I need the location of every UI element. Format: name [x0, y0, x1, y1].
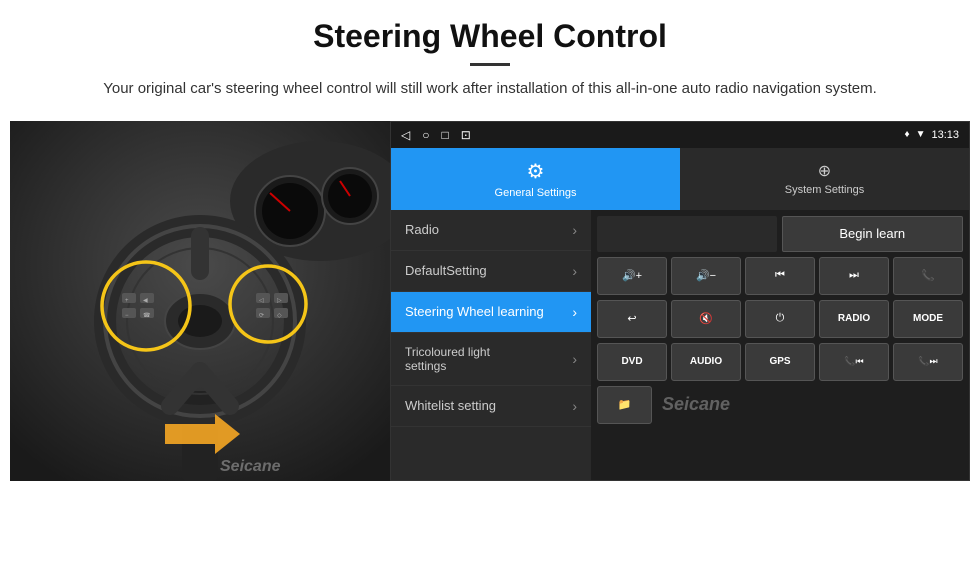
menu-item-steering[interactable]: Steering Wheel learning › [391, 292, 591, 333]
menu-item-steering-label: Steering Wheel learning [405, 304, 544, 319]
tab-general-label: General Settings [495, 187, 577, 199]
button-row-4: 📁 Seicane [597, 386, 963, 424]
seicane-watermark: Seicane [662, 394, 730, 415]
dvd-label: DVD [621, 356, 642, 367]
mode-label: MODE [913, 313, 943, 324]
right-panel: Begin learn 🔊+ 🔊− ⏮ ⏭ [591, 210, 969, 480]
tablet-ui: ◁ ○ □ ⊡ ♦ ▼ 13:13 ⚙ General Settings ⊕ S… [390, 121, 970, 481]
call-prev-button[interactable]: 📞⏮ [819, 343, 889, 381]
gps-label: GPS [769, 356, 790, 367]
menu-item-radio-label: Radio [405, 222, 439, 237]
menu-arrow-tricoloured: › [572, 351, 577, 367]
svg-text:Seicane: Seicane [220, 458, 281, 475]
menu-item-default[interactable]: DefaultSetting › [391, 251, 591, 292]
svg-text:⟳: ⟳ [259, 313, 264, 319]
gps-button[interactable]: GPS [745, 343, 815, 381]
top-tabs: ⚙ General Settings ⊕ System Settings [391, 148, 969, 210]
power-icon: ⏻ [776, 312, 785, 325]
tab-system-settings[interactable]: ⊕ System Settings [680, 148, 969, 210]
menu-arrow-steering: › [572, 304, 577, 320]
car-image-section: + − ◀ ☎ ◁ ▷ ⟳ ◇ [10, 121, 390, 481]
radio-button[interactable]: RADIO [819, 300, 889, 338]
svg-text:◁: ◁ [259, 298, 264, 304]
svg-text:☎: ☎ [143, 312, 151, 319]
audio-button[interactable]: AUDIO [671, 343, 741, 381]
recents-icon[interactable]: □ [441, 128, 448, 142]
button-row-2: ↩ 🔇 ⏻ RADIO MODE [597, 300, 963, 338]
car-background: + − ◀ ☎ ◁ ▷ ⟳ ◇ [10, 121, 390, 481]
mute-button[interactable]: 🔇 [671, 300, 741, 338]
home-icon[interactable]: ○ [422, 128, 429, 142]
menu-item-whitelist-label: Whitelist setting [405, 398, 496, 413]
svg-text:−: − [125, 313, 129, 319]
status-time: 13:13 [931, 129, 959, 141]
location-icon: ♦ [904, 129, 909, 140]
svg-text:◇: ◇ [277, 313, 282, 319]
page-header: Steering Wheel Control Your original car… [0, 0, 980, 111]
title-divider [470, 63, 510, 66]
begin-learn-empty [597, 216, 777, 252]
button-row-3: DVD AUDIO GPS 📞⏮ 📞⏭ [597, 343, 963, 381]
mute-icon: 🔇 [699, 312, 713, 325]
hang-button[interactable]: ↩ [597, 300, 667, 338]
prev-track-icon: ⏮ [775, 269, 785, 282]
status-bar-info: ♦ ▼ 13:13 [904, 129, 959, 141]
menu-arrow-whitelist: › [572, 398, 577, 414]
svg-text:+: + [125, 298, 129, 304]
power-button[interactable]: ⏻ [745, 300, 815, 338]
car-image-svg: + − ◀ ☎ ◁ ▷ ⟳ ◇ [10, 121, 390, 481]
menu-item-tricoloured-label: Tricoloured lightsettings [405, 345, 490, 373]
begin-learn-button[interactable]: Begin learn [782, 216, 964, 252]
left-menu: Radio › DefaultSetting › Steering Wheel … [391, 210, 591, 480]
folder-icon: 📁 [618, 398, 632, 411]
status-bar-nav: ◁ ○ □ ⊡ [401, 128, 471, 142]
menu-item-default-label: DefaultSetting [405, 263, 487, 278]
begin-learn-row: Begin learn [597, 216, 963, 252]
next-track-icon: ⏭ [849, 269, 859, 282]
folder-button[interactable]: 📁 [597, 386, 652, 424]
dvd-button[interactable]: DVD [597, 343, 667, 381]
page-subtitle: Your original car's steering wheel contr… [90, 78, 890, 101]
status-bar: ◁ ○ □ ⊡ ♦ ▼ 13:13 [391, 122, 969, 148]
menu-arrow-radio: › [572, 222, 577, 238]
call-icon: 📞 [921, 269, 935, 282]
vol-up-button[interactable]: 🔊+ [597, 257, 667, 295]
audio-label: AUDIO [690, 356, 722, 367]
tab-system-label: System Settings [785, 184, 864, 196]
vol-down-button[interactable]: 🔊− [671, 257, 741, 295]
call-prev-icon: 📞⏮ [844, 356, 863, 367]
menu-arrow-default: › [572, 263, 577, 279]
vol-down-icon: 🔊− [696, 269, 716, 282]
main-content: + − ◀ ☎ ◁ ▷ ⟳ ◇ [10, 121, 970, 481]
call-next-icon: 📞⏭ [918, 356, 937, 367]
vol-up-icon: 🔊+ [622, 269, 642, 282]
tab-general-settings[interactable]: ⚙ General Settings [391, 148, 680, 210]
svg-text:◀: ◀ [143, 298, 148, 304]
svg-text:▷: ▷ [277, 298, 282, 304]
content-area: Radio › DefaultSetting › Steering Wheel … [391, 210, 969, 480]
call-button[interactable]: 📞 [893, 257, 963, 295]
wifi-icon: ▼ [916, 129, 926, 140]
menu-item-radio[interactable]: Radio › [391, 210, 591, 251]
mode-button[interactable]: MODE [893, 300, 963, 338]
prev-track-button[interactable]: ⏮ [745, 257, 815, 295]
page-title: Steering Wheel Control [20, 18, 960, 55]
menu-item-whitelist[interactable]: Whitelist setting › [391, 386, 591, 427]
radio-label: RADIO [838, 313, 870, 324]
button-row-1: 🔊+ 🔊− ⏮ ⏭ 📞 [597, 257, 963, 295]
screenshot-icon[interactable]: ⊡ [461, 128, 471, 142]
general-settings-icon: ⚙ [527, 159, 545, 184]
menu-item-tricoloured[interactable]: Tricoloured lightsettings › [391, 333, 591, 386]
call-next-button[interactable]: 📞⏭ [893, 343, 963, 381]
next-track-button[interactable]: ⏭ [819, 257, 889, 295]
back-icon[interactable]: ◁ [401, 128, 410, 142]
system-settings-icon: ⊕ [818, 161, 831, 181]
hang-icon: ↩ [627, 312, 636, 325]
